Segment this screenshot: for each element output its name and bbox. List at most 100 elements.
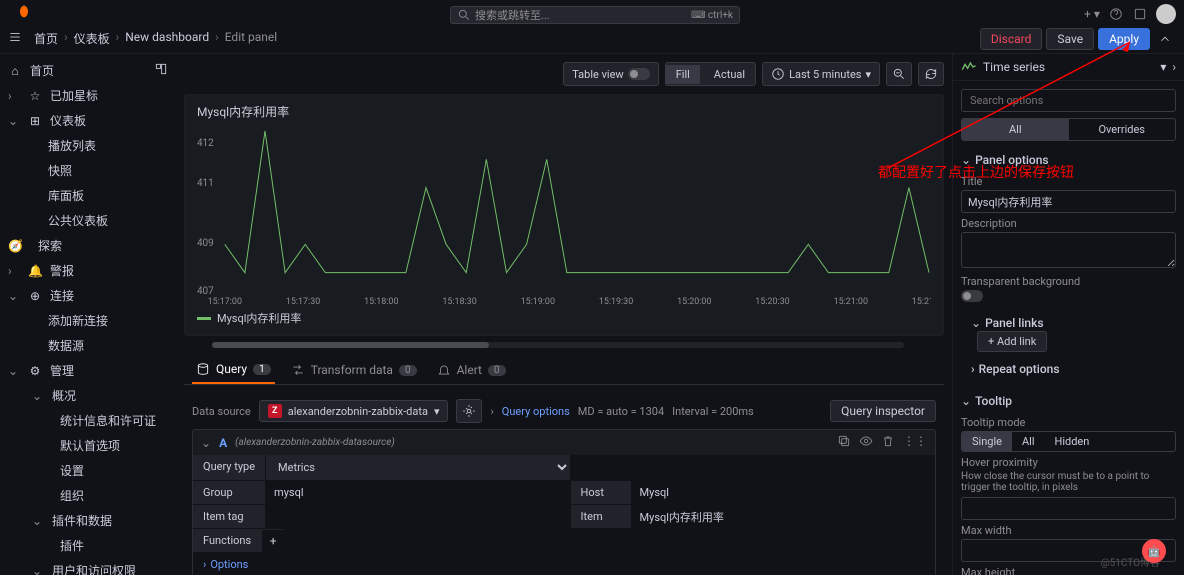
crumb-home[interactable]: 首页 <box>34 30 58 47</box>
query-letter[interactable]: A <box>219 436 227 450</box>
sidebar-dashboards[interactable]: ⌄⊞仪表板 <box>0 108 176 133</box>
toggle-icon[interactable] <box>628 68 650 80</box>
bell-icon <box>437 363 451 377</box>
svg-text:15:18:30: 15:18:30 <box>442 297 476 306</box>
query-type-select[interactable]: Metrics <box>266 455 569 480</box>
apply-button[interactable]: Apply <box>1098 28 1150 50</box>
description-input[interactable] <box>961 232 1176 268</box>
svg-text:15:21:00: 15:21:00 <box>834 297 868 306</box>
sidebar-orgs[interactable]: 组织 <box>0 483 176 508</box>
hide-query-icon[interactable] <box>859 434 873 451</box>
sidebar-stats[interactable]: 统计信息和许可证 <box>0 408 176 433</box>
query-inspector-button[interactable]: Query inspector <box>830 400 936 422</box>
title-input[interactable] <box>961 190 1176 213</box>
section-tooltip[interactable]: ⌄Tooltip <box>961 390 1176 412</box>
grafana-logo[interactable] <box>16 4 32 20</box>
section-panel-options[interactable]: ⌄Panel options <box>961 149 1176 171</box>
transparent-toggle[interactable] <box>961 290 983 302</box>
sidebar-overview[interactable]: ⌄概况 <box>0 383 176 408</box>
copy-query-icon[interactable] <box>837 434 851 451</box>
datasource-settings-button[interactable] <box>456 399 482 423</box>
sidebar-add-connection[interactable]: 添加新连接 <box>0 308 176 333</box>
tab-overrides[interactable]: Overrides <box>1069 119 1176 140</box>
add-function-button[interactable]: + <box>262 530 284 552</box>
group-input[interactable] <box>266 481 569 504</box>
tooltip-mode-group[interactable]: Single All Hidden <box>961 431 1176 452</box>
sidebar-snapshots[interactable]: 快照 <box>0 158 176 183</box>
table-view-toggle[interactable]: Table view <box>563 62 658 86</box>
options-search[interactable] <box>961 89 1176 112</box>
sidebar-starred[interactable]: ›☆已加星标 <box>0 83 176 108</box>
zoom-out-button[interactable] <box>886 62 912 86</box>
svg-text:411: 411 <box>197 178 214 189</box>
section-repeat[interactable]: ›Repeat options <box>961 358 1176 380</box>
database-icon <box>196 362 210 376</box>
transparent-label: Transparent background <box>961 275 1176 288</box>
refresh-button[interactable] <box>918 62 944 86</box>
sidebar-plugins[interactable]: 插件 <box>0 533 176 558</box>
sidebar-library[interactable]: 库面板 <box>0 183 176 208</box>
sidebar-public[interactable]: 公共仪表板 <box>0 208 176 233</box>
add-link-button[interactable]: + Add link <box>977 331 1047 352</box>
menu-icon[interactable] <box>8 30 26 48</box>
hover-prox-help: How close the cursor must be to a point … <box>961 471 1176 493</box>
news-icon[interactable] <box>1132 6 1148 22</box>
query-options-link[interactable]: Query options <box>502 405 570 418</box>
chart[interactable]: 412 411 409 407 15:17:0015:17:3015:18:00… <box>197 126 931 306</box>
tab-transform[interactable]: Transform data0 <box>287 356 421 384</box>
sidebar-home[interactable]: ⌂首页 <box>0 58 176 83</box>
svg-text:15:18:00: 15:18:00 <box>364 297 398 306</box>
panel-icon[interactable] <box>154 62 168 76</box>
svg-text:412: 412 <box>197 138 214 149</box>
drag-query-icon[interactable]: ⋮⋮ <box>903 434 927 451</box>
add-icon[interactable]: + ▾ <box>1084 6 1100 22</box>
delete-query-icon[interactable] <box>881 434 895 451</box>
discard-button[interactable]: Discard <box>980 28 1043 50</box>
crumb-new[interactable]: New dashboard <box>125 30 209 47</box>
sidebar-explore[interactable]: 🧭探索 <box>0 233 176 258</box>
global-search[interactable]: 搜索或跳转至... ⌨ ctrl+k <box>450 6 740 24</box>
datasource-label: Data source <box>192 405 251 418</box>
time-range-picker[interactable]: Last 5 minutes▾ <box>762 62 880 86</box>
svg-text:407: 407 <box>197 286 214 297</box>
tab-alert[interactable]: Alert0 <box>433 356 510 384</box>
assistant-fab[interactable]: 🤖 <box>1142 539 1166 563</box>
sidebar-datasources[interactable]: 数据源 <box>0 333 176 358</box>
datasource-select[interactable]: Zalexanderzobnin-zabbix-data▾ <box>259 400 449 422</box>
viz-picker[interactable]: Time series ▾ › <box>953 54 1184 81</box>
crumb-dashboards[interactable]: 仪表板 <box>74 30 110 47</box>
panel-preview: Mysql内存利用率 412 411 409 407 15:17:0015:17… <box>184 94 944 336</box>
query-options-toggle[interactable]: ›Options <box>193 553 258 575</box>
hover-prox-input[interactable] <box>961 497 1176 520</box>
breadcrumb: 首页› 仪表板› New dashboard› Edit panel <box>34 30 277 47</box>
user-avatar[interactable] <box>1156 4 1176 24</box>
tab-all[interactable]: All <box>962 119 1069 140</box>
hover-prox-label: Hover proximity <box>961 456 1176 469</box>
sidebar-alerting[interactable]: ›🔔警报 <box>0 258 176 283</box>
query-type-label: Query type <box>193 455 265 480</box>
item-input[interactable] <box>632 505 935 528</box>
gear-icon <box>462 404 476 418</box>
sidebar-settings[interactable]: 设置 <box>0 458 176 483</box>
sidebar-admin[interactable]: ⌄⚙管理 <box>0 358 176 383</box>
host-input[interactable] <box>632 481 935 504</box>
help-icon[interactable] <box>1108 6 1124 22</box>
sidebar-playlists[interactable]: 播放列表 <box>0 133 176 158</box>
svg-text:15:20:30: 15:20:30 <box>755 297 789 306</box>
horizontal-scrollbar[interactable] <box>212 342 904 348</box>
sidebar-defaults[interactable]: 默认首选项 <box>0 433 176 458</box>
sidebar-users-access[interactable]: ⌄用户和访问权限 <box>0 558 176 575</box>
host-label: Host <box>571 481 631 504</box>
item-tag-input[interactable] <box>266 505 569 528</box>
collapse-icon[interactable] <box>1154 28 1176 50</box>
sidebar-plugins-data[interactable]: ⌄插件和数据 <box>0 508 176 533</box>
legend-label[interactable]: Mysql内存利用率 <box>217 310 301 326</box>
fill-actual-toggle[interactable]: FillActual <box>665 62 756 86</box>
chevron-right-icon[interactable]: › <box>1172 60 1176 74</box>
sidebar-connections[interactable]: ⌄⊕连接 <box>0 283 176 308</box>
save-button[interactable]: Save <box>1046 28 1094 50</box>
query-interval: Interval = 200ms <box>672 405 754 418</box>
collapse-query-icon[interactable]: ⌄ <box>201 436 211 450</box>
tab-query[interactable]: Query1 <box>192 356 275 384</box>
item-label: Item <box>571 505 631 528</box>
